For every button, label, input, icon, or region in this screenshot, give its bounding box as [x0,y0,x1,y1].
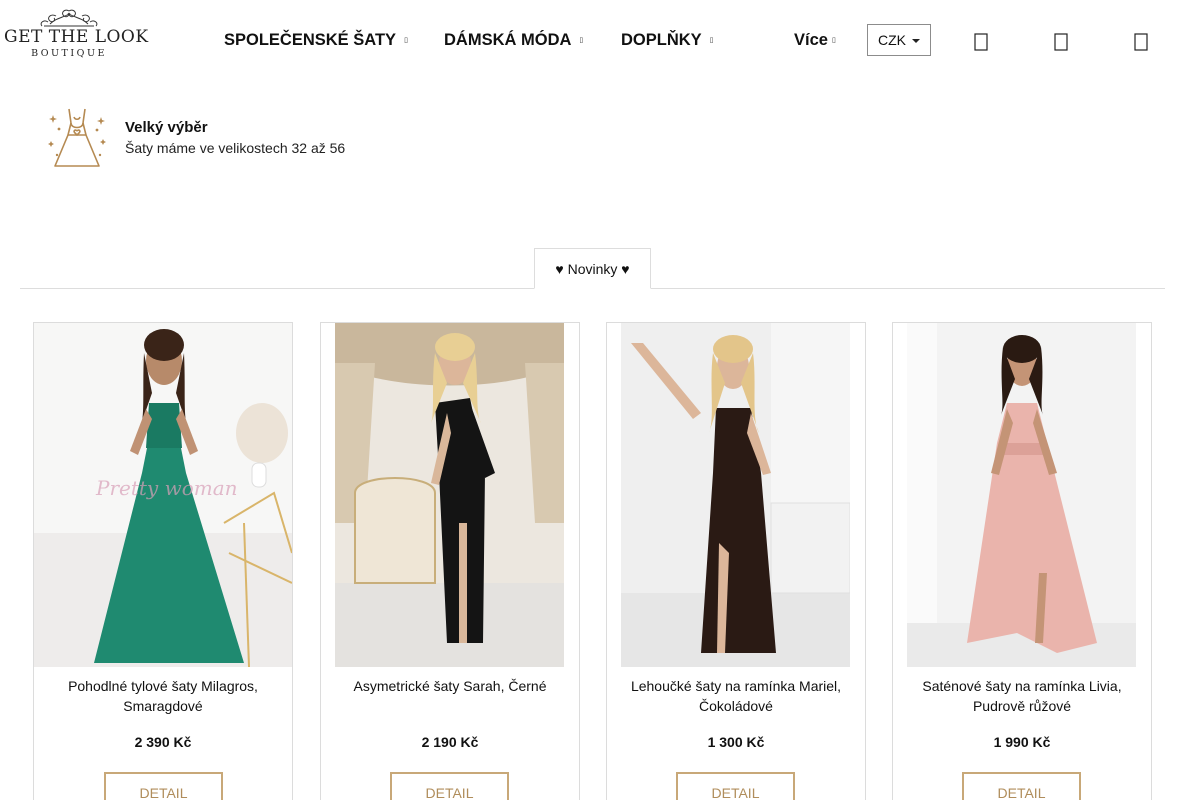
currency-value: CZK [878,32,906,48]
detail-button[interactable]: DETAIL [390,772,509,800]
nav-item-label: SPOLEČENSKÉ ŠATY [224,31,397,49]
detail-button[interactable]: DETAIL [676,772,795,800]
cart-icon[interactable] [1134,32,1150,52]
benefit-title: Velký výběr [125,119,208,136]
product-price: 1 300 Kč [707,734,765,750]
product-price: 1 990 Kč [993,734,1051,750]
product-card: Asymetrické šaty Sarah, Černé 2 190 Kč D… [320,322,580,800]
caret-down-icon [912,39,920,43]
site-header: GET THE LOOK BOUTIQUE SPOLEČENSKÉ ŠATY ▯ … [0,0,1200,80]
benefit-text: Šaty máme ve velikostech 32 až 56 [125,140,346,156]
product-image[interactable] [335,323,564,667]
nav-item-label: DOPLŇKY [621,31,702,49]
tab-novinky[interactable]: ♥ Novinky ♥ [534,248,651,289]
chevron-down-icon: ▯ [579,36,584,44]
product-price: 2 190 Kč [421,734,479,750]
product-name[interactable]: Pohodlné tylové šaty Milagros, Smaragdov… [44,676,282,716]
detail-button[interactable]: DETAIL [962,772,1081,800]
chevron-down-icon: ▯ [404,36,408,44]
user-icon[interactable] [1054,32,1070,52]
nav-item-label: Více [794,31,828,49]
watermark-text: Pretty woman [95,476,238,500]
nav-item-label: DÁMSKÁ MÓDA [444,31,572,49]
chevron-down-icon: ▯ [709,36,714,44]
chevron-down-icon: ▯ [831,36,836,44]
currency-select[interactable]: CZK [867,24,931,56]
nav-item-doplnky[interactable]: DOPLŇKY ▯ [621,29,714,51]
dress-icon [48,108,106,167]
product-card: Saténové šaty na ramínka Livia, Pudrově … [892,322,1152,800]
nav-item-spolecenske-saty[interactable]: SPOLEČENSKÉ ŠATY ▯ [224,29,408,51]
product-name[interactable]: Lehoučké šaty na ramínka Mariel, Čokolád… [617,676,855,716]
product-name[interactable]: Saténové šaty na ramínka Livia, Pudrově … [903,676,1141,716]
nav-item-damska-moda[interactable]: DÁMSKÁ MÓDA ▯ [444,29,583,51]
logo-wordmark: GET THE LOOK [4,27,149,47]
crown-ornament-icon [40,9,98,27]
site-logo[interactable]: GET THE LOOK BOUTIQUE [4,8,149,70]
nav-item-vice[interactable]: Více ▯ [794,29,836,51]
logo-subtitle: BOUTIQUE [31,48,107,59]
detail-button[interactable]: DETAIL [104,772,223,800]
product-image[interactable]: Pretty woman [34,323,292,667]
product-image[interactable] [621,323,850,667]
search-icon[interactable] [974,32,990,52]
product-price: 2 390 Kč [134,734,192,750]
product-image[interactable] [907,323,1136,667]
benefit-large-selection: Velký výběr Šaty máme ve velikostech 32 … [45,105,445,171]
product-name[interactable]: Asymetrické šaty Sarah, Černé [331,676,569,696]
product-card: Lehoučké šaty na ramínka Mariel, Čokolád… [606,322,866,800]
product-card: Pretty woman Pohodlné tylové šaty Milagr… [33,322,293,800]
